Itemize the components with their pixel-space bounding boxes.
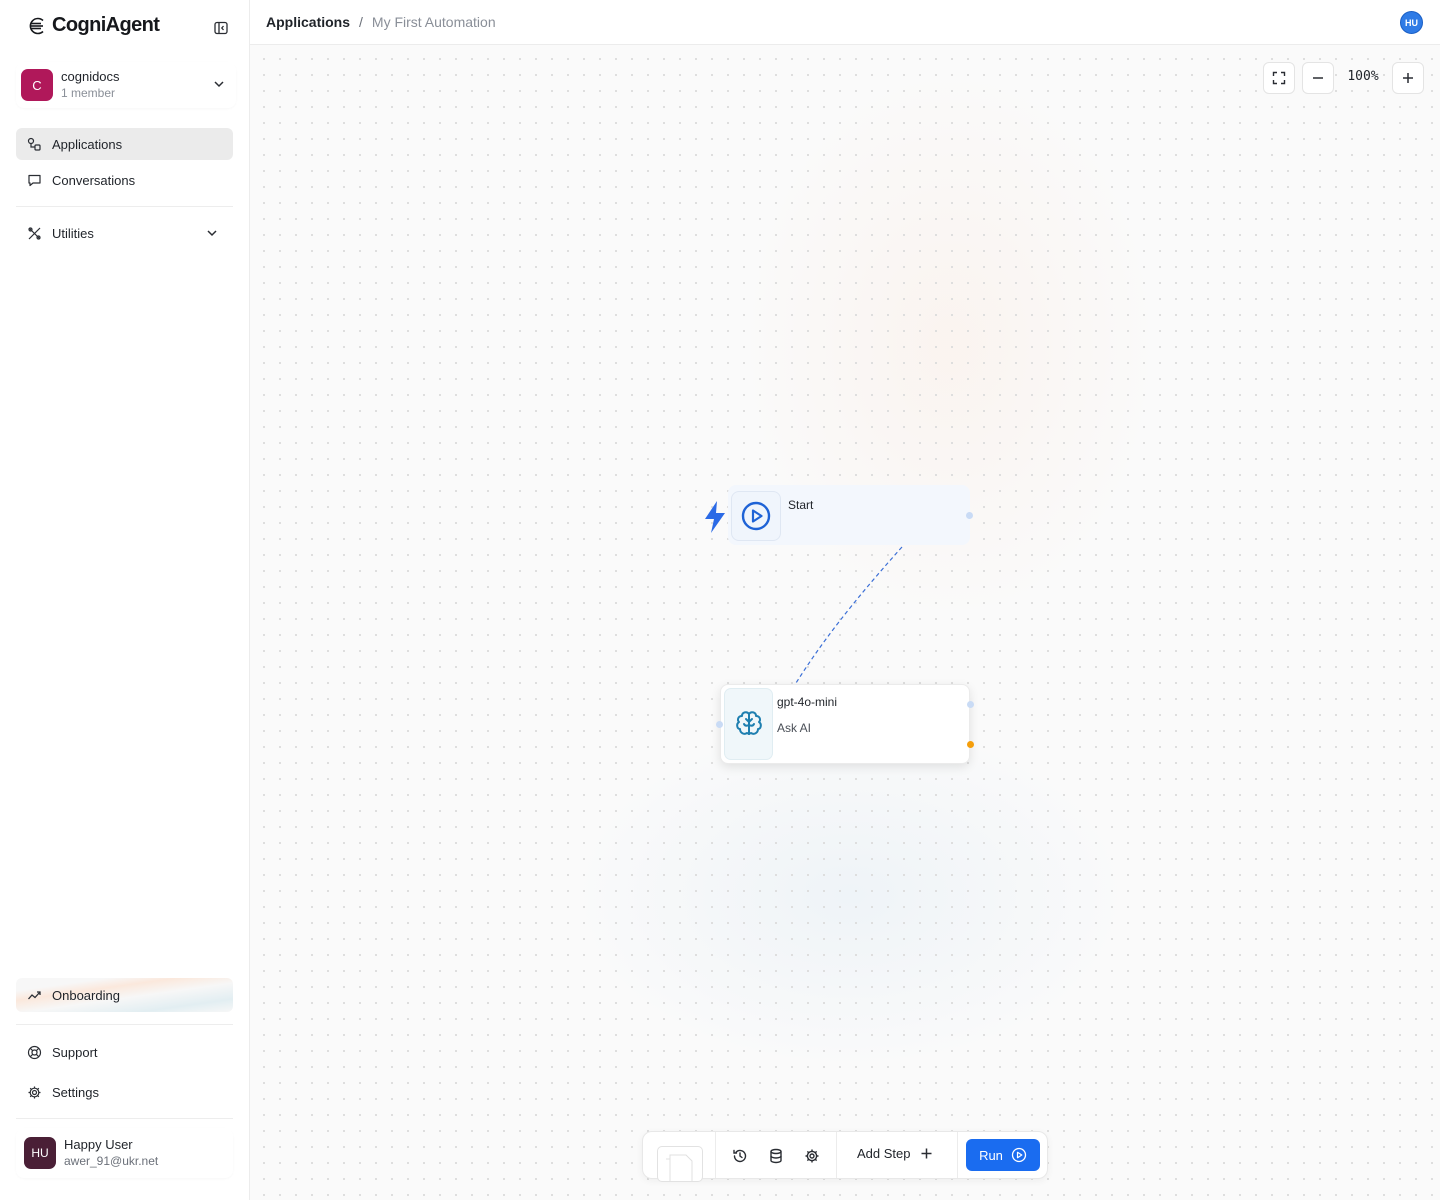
chevron-down-icon — [214, 81, 224, 88]
trigger-bolt-icon — [705, 501, 725, 533]
ai-node-icon-box — [724, 688, 773, 760]
user-profile[interactable]: HU Happy User awer_91@ukr.net — [16, 1128, 233, 1178]
play-circle-icon — [741, 501, 771, 531]
sidebar-item-label: Settings — [52, 1084, 99, 1100]
lifebuoy-icon — [27, 1045, 42, 1060]
workspace-name: cognidocs — [61, 69, 120, 84]
top-bar: Applications / My First Automation HU — [250, 0, 1440, 45]
gear-icon — [27, 1085, 42, 1100]
toolbar-divider — [957, 1132, 958, 1178]
trend-up-icon — [27, 988, 42, 1003]
brand-logo[interactable]: CogniAgent — [28, 14, 160, 37]
connection-edge — [795, 546, 903, 684]
breadcrumb-separator: / — [359, 14, 363, 30]
toolbar-divider — [836, 1132, 837, 1178]
workspace-members: 1 member — [61, 86, 116, 100]
sidebar: CogniAgent C cognidocs 1 member Applicat… — [0, 0, 250, 1200]
chevron-down-icon — [207, 230, 217, 237]
panel-collapse-icon — [214, 21, 228, 35]
minimap-preview[interactable] — [657, 1146, 703, 1182]
sidebar-item-label: Conversations — [52, 172, 136, 188]
breadcrumb-current: My First Automation — [371, 14, 496, 30]
ai-node-model: gpt-4o-mini — [777, 695, 838, 709]
start-node-icon-box — [731, 491, 781, 541]
brain-icon — [735, 711, 762, 735]
sidebar-item-label: Applications — [52, 136, 123, 152]
history-icon — [733, 1149, 747, 1163]
data-store-button[interactable] — [766, 1146, 786, 1166]
add-step-label: Add Step — [857, 1146, 911, 1161]
start-output-handle[interactable] — [966, 512, 973, 519]
header-user-avatar[interactable]: HU — [1400, 11, 1423, 34]
sidebar-item-settings[interactable]: Settings — [16, 1076, 233, 1108]
breadcrumb: Applications / My First Automation — [250, 14, 496, 30]
sidebar-item-support[interactable]: Support — [16, 1036, 233, 1068]
collapse-sidebar-button[interactable] — [212, 19, 230, 37]
workspace-switcher[interactable]: C cognidocs 1 member — [16, 62, 236, 108]
user-name: Happy User — [64, 1137, 133, 1152]
sidebar-item-label: Utilities — [52, 225, 94, 241]
toolbar-divider — [715, 1132, 716, 1178]
chat-bubble-icon — [27, 173, 42, 188]
ai-node-action: Ask AI — [777, 721, 812, 735]
plus-icon — [921, 1148, 931, 1159]
sidebar-item-utilities[interactable]: Utilities — [16, 217, 233, 249]
add-step-button[interactable]: Add Step — [857, 1146, 933, 1161]
sidebar-item-label: Onboarding — [52, 987, 120, 1003]
sidebar-item-conversations[interactable]: Conversations — [16, 164, 233, 196]
run-button[interactable]: Run — [966, 1139, 1040, 1171]
start-node[interactable]: Start — [728, 485, 973, 545]
tools-icon — [27, 226, 42, 241]
canvas-toolbar: Add Step Run — [642, 1131, 1048, 1182]
sidebar-item-label: Support — [52, 1044, 98, 1060]
sidebar-item-onboarding[interactable]: Onboarding — [16, 978, 233, 1012]
ai-error-handle[interactable] — [967, 741, 974, 748]
sidebar-divider — [16, 206, 233, 207]
document-icon — [666, 1154, 693, 1181]
workflow-canvas[interactable]: 100% Start gpt-4o-mini Ask AI Add Step R… — [250, 45, 1440, 1200]
ai-output-handle[interactable] — [967, 701, 974, 708]
run-label: Run — [979, 1147, 1003, 1163]
user-email: awer_91@ukr.net — [64, 1154, 159, 1168]
sidebar-divider — [16, 1118, 233, 1119]
workspace-avatar: C — [21, 69, 53, 101]
ai-input-handle[interactable] — [716, 721, 723, 728]
play-circle-icon — [1011, 1147, 1027, 1163]
sidebar-item-applications[interactable]: Applications — [16, 128, 233, 160]
history-button[interactable] — [730, 1146, 750, 1166]
workflow-settings-button[interactable] — [802, 1146, 822, 1166]
logo-icon — [29, 17, 44, 34]
applications-icon — [27, 137, 42, 152]
gear-icon — [805, 1149, 819, 1163]
brand-name: CogniAgent — [52, 14, 160, 36]
start-node-label: Start — [788, 498, 814, 512]
database-icon — [770, 1148, 782, 1164]
ask-ai-node[interactable]: gpt-4o-mini Ask AI — [716, 684, 974, 764]
breadcrumb-applications[interactable]: Applications — [266, 14, 350, 30]
avatar: HU — [24, 1137, 56, 1169]
sidebar-divider — [16, 1024, 233, 1025]
